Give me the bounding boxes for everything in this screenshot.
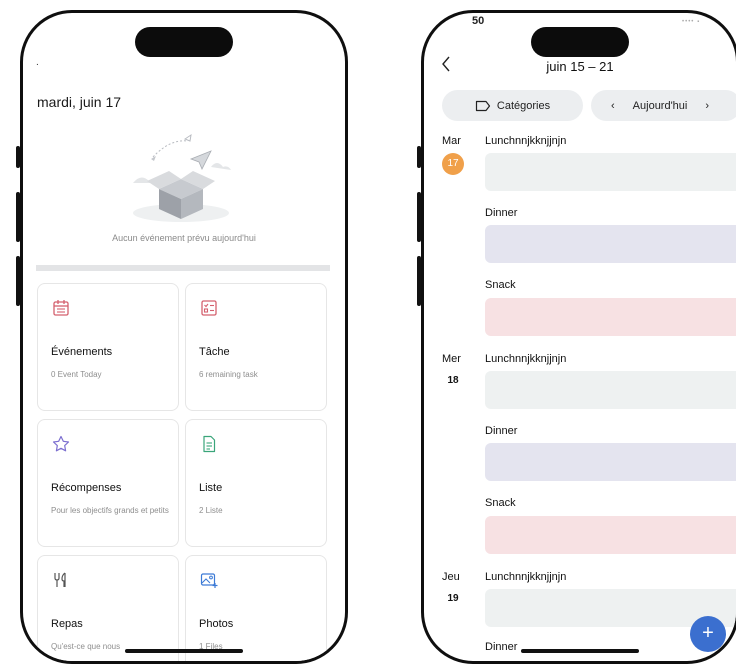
rewards-card[interactable]: Récompenses Pour les objectifs grands et… [37, 419, 179, 547]
events-card-subtitle: 0 Event Today [51, 370, 102, 379]
categories-button[interactable]: Catégories [442, 90, 583, 121]
star-icon [52, 435, 70, 452]
day-name: Mar [442, 135, 461, 147]
list-card-title: Liste [199, 482, 223, 494]
event-block-snack[interactable] [485, 298, 736, 336]
photos-card[interactable]: Photos 1 Files [185, 555, 327, 661]
list-card-subtitle: 2 Liste [199, 506, 223, 515]
status-time: 50 [472, 15, 485, 27]
day-number-today: 17 [442, 153, 464, 175]
event-block-dinner[interactable] [485, 225, 736, 263]
section-divider [36, 265, 330, 271]
event-label: Lunchnnjkknjjnjn [485, 571, 567, 583]
current-date: mardi, juin 17 [37, 94, 122, 110]
events-card-title: Événements [51, 346, 113, 358]
day-name: Mer [442, 353, 461, 365]
home-indicator[interactable] [125, 649, 243, 653]
header-dot: . [36, 57, 39, 68]
event-block-dinner[interactable] [485, 443, 736, 481]
categories-label: Catégories [496, 99, 551, 112]
event-label: Dinner [485, 207, 518, 219]
event-label: Lunchnnjkknjjnjn [485, 135, 567, 147]
prev-week-chevron-icon[interactable]: ‹ [611, 100, 615, 112]
week-range-title: juin 15 – 21 [546, 59, 614, 74]
photo-add-icon [200, 573, 218, 588]
tasks-card-subtitle: 6 remaining task [199, 370, 258, 379]
phone-week-view: 50 •••• ▪ juin 15 – 21 Catégories ‹ Aujo… [421, 10, 736, 664]
next-week-chevron-icon[interactable]: › [705, 100, 709, 112]
event-block-snack[interactable] [485, 516, 736, 554]
rewards-card-title: Récompenses [51, 482, 122, 494]
tag-icon [475, 100, 490, 111]
meals-card[interactable]: Repas Qu'est-ce que nous [37, 555, 179, 661]
events-card[interactable]: Événements 0 Event Today [37, 283, 179, 411]
calendar-icon [53, 300, 69, 316]
meals-card-title: Repas [51, 618, 83, 630]
event-label: Dinner [485, 425, 518, 437]
checklist-icon [201, 300, 217, 316]
photos-card-title: Photos [199, 618, 234, 630]
today-button[interactable]: Aujourd'hui [633, 100, 688, 112]
event-block-lunch[interactable] [485, 153, 736, 191]
tasks-card[interactable]: Tâche 6 remaining task [185, 283, 327, 411]
event-block-lunch[interactable] [485, 371, 736, 409]
home-indicator[interactable] [521, 649, 639, 653]
day-number: 19 [447, 593, 459, 604]
add-event-button[interactable]: + [690, 616, 726, 652]
status-icons: •••• ▪ [682, 19, 701, 25]
dynamic-island [135, 27, 233, 57]
day-name: Jeu [442, 571, 460, 583]
event-label: Snack [485, 279, 516, 291]
today-navigation: ‹ Aujourd'hui › [591, 90, 736, 121]
rewards-card-subtitle: Pour les objectifs grands et petits [51, 506, 169, 515]
event-label: Snack [485, 497, 516, 509]
empty-events-message: Aucun événement prévu aujourd'hui [112, 233, 256, 243]
list-card[interactable]: Liste 2 Liste [185, 419, 327, 547]
utensils-icon [54, 572, 66, 587]
empty-box-illustration-icon [133, 133, 231, 222]
event-label: Lunchnnjkknjjnjn [485, 353, 567, 365]
day-number: 18 [447, 375, 459, 386]
event-label: Dinner [485, 641, 518, 653]
list-document-icon [203, 435, 216, 453]
phone-home-screen: . mardi, juin 17 Aucun événement prévu a… [20, 10, 348, 664]
dynamic-island [531, 27, 629, 57]
tasks-card-title: Tâche [199, 346, 230, 358]
